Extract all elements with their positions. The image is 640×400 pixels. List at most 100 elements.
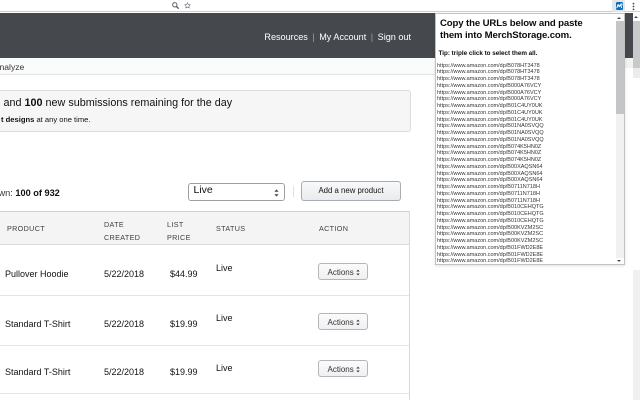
url-line: https://www.amazon.com/dp/B00KVZM2SC (437, 238, 544, 244)
merchstorage-extension-icon[interactable] (615, 2, 623, 10)
cell-date: 5/22/2018 (104, 318, 145, 329)
popup-scroll-down-button[interactable] (616, 257, 624, 264)
url-line: https://www.amazon.com/dp/B01C4UY0UK (437, 103, 543, 109)
browser-toolbar (0, 0, 640, 12)
url-line: https://www.amazon.com/dp/B010CEHQTG (437, 204, 544, 211)
nav-sign-out-link[interactable]: Sign out (378, 32, 411, 42)
cell-date: 5/22/2018 (104, 268, 145, 279)
url-line: https://www.amazon.com/dp/B074K5HN0Z (437, 157, 542, 163)
screen: Resources | My Account | Sign out nalyze and… (0, 0, 640, 400)
add-new-product-button[interactable]: Add a new product (301, 181, 401, 201)
scroll-up-arrow-icon (634, 15, 638, 18)
bookmark-star-icon[interactable] (183, 1, 191, 9)
url-line: https://www.amazon.com/dp/B078HT3478 (437, 76, 540, 82)
popup-scrollbar[interactable] (616, 14, 624, 264)
actions-button-label: Actions (327, 317, 354, 327)
table-row: Pullover Hoodie 5/22/2018 $44.99 Live Ac… (0, 245, 409, 296)
popup-title: Copy the URLs below and paste them into … (440, 17, 583, 41)
cell-product: Pullover Hoodie (5, 268, 69, 279)
extension-popup: Copy the URLs below and paste them into … (435, 13, 625, 265)
url-line: https://www.amazon.com/dp/B01NA0SVQQ (437, 130, 544, 136)
popup-tip: Tip: triple click to select them all. (438, 50, 538, 57)
window-scrollbar-track-light (633, 68, 640, 78)
actions-arrows-icon (356, 319, 360, 325)
scroll-down-arrow-icon (617, 259, 622, 262)
page-tabstrip: nalyze (0, 57, 435, 75)
status-filter-select[interactable]: Live (188, 183, 285, 201)
url-line: https://www.amazon.com/dp/B01C4UY0UK (437, 116, 543, 123)
tab-analyze[interactable]: nalyze (0, 62, 24, 72)
cell-price: $44.99 (170, 268, 198, 279)
browser-kebab-menu-icon[interactable] (631, 2, 636, 11)
url-line: https://www.amazon.com/dp/B00XAQSN64 (437, 163, 543, 170)
status-filter-value: Live (193, 183, 213, 196)
url-line: https://www.amazon.com/dp/B01NA0SVQQ (437, 136, 544, 143)
actions-button-label: Actions (327, 364, 354, 374)
cell-date: 5/22/2018 (104, 366, 145, 377)
col-date-created: DATE CREATED (104, 220, 141, 242)
table-row: Standard T-Shirt 5/22/2018 $19.99 Live A… (0, 296, 409, 346)
cell-status: Live (216, 362, 233, 373)
nav-resources-link[interactable]: Resources (264, 32, 307, 42)
url-line: https://www.amazon.com/dp/B0711N718H (437, 190, 540, 197)
cell-product: Standard T-Shirt (5, 318, 71, 329)
col-action: ACTION (319, 224, 349, 233)
banner-line1: and 100 new submissions remaining for th… (3, 96, 233, 109)
url-line: https://www.amazon.com/dp/B010CEHQTG (437, 211, 544, 217)
url-line: https://www.amazon.com/dp/B01FWD2E8E (437, 251, 544, 258)
url-line: https://www.amazon.com/dp/B01FWD2E8E (437, 258, 544, 263)
url-line: https://www.amazon.com/dp/B01FWD2E8E (437, 244, 544, 251)
window-scrollbar-up-button[interactable] (633, 13, 640, 21)
actions-button[interactable]: Actions (318, 262, 368, 280)
url-line: https://www.amazon.com/dp/B00XAQSN64 (437, 177, 543, 184)
url-line: https://www.amazon.com/dp/B00KVZM2SC (437, 224, 544, 231)
tabstrip-gap-patch (624, 57, 633, 68)
banner-line2: t designs at any one time. (1, 114, 91, 124)
url-line: https://www.amazon.com/dp/B00XAQSN64 (437, 170, 543, 177)
cell-product: Standard T-Shirt (5, 366, 71, 377)
url-line: https://www.amazon.com/dp/B078HT3478 (437, 69, 540, 76)
col-product: PRODUCT (7, 224, 45, 233)
products-shown-count: wn: 100 of 932 (0, 187, 60, 198)
url-list[interactable]: https://www.amazon.com/dp/B078HT3478 http… (437, 63, 617, 264)
actions-button[interactable]: Actions (318, 312, 368, 330)
actions-arrows-icon (356, 366, 360, 372)
col-list-price: LIST PRICE (167, 220, 191, 242)
url-line: https://www.amazon.com/dp/B00KVZM2SC (437, 231, 544, 238)
nav-my-account-link[interactable]: My Account (319, 32, 366, 42)
url-line: https://www.amazon.com/dp/B078HT3478 (437, 62, 540, 69)
actions-button[interactable]: Actions (318, 359, 368, 377)
popup-scroll-thumb[interactable] (616, 20, 624, 114)
nav-separator: | (312, 31, 315, 42)
cell-status: Live (216, 312, 233, 323)
url-line: https://www.amazon.com/dp/B0711N718H (437, 197, 540, 204)
table-header: PRODUCT DATE CREATED LIST PRICE STATUS ACT… (0, 212, 409, 245)
url-line: https://www.amazon.com/dp/B000A76VCY (437, 96, 542, 103)
url-line: https://www.amazon.com/dp/B074K5HN0Z (437, 143, 542, 150)
select-arrows-icon (273, 189, 279, 197)
nav-separator: | (370, 31, 374, 42)
controls-divider (292, 186, 294, 197)
url-line: https://www.amazon.com/dp/B01C4UY0UK (437, 109, 543, 116)
url-line: https://www.amazon.com/dp/B010CEHQTG (437, 217, 544, 224)
popup-scroll-track[interactable] (616, 113, 624, 258)
col-status: STATUS (216, 224, 246, 233)
url-line: https://www.amazon.com/dp/B000A76VCY (437, 89, 542, 96)
url-line: https://www.amazon.com/dp/B01NA0SVQQ (437, 123, 544, 130)
navbar-links: Resources | My Account | Sign out (264, 32, 411, 42)
url-line: https://www.amazon.com/dp/B0711N718H (437, 184, 540, 190)
submissions-banner: and 100 new submissions remaining for th… (0, 90, 411, 132)
table-row: Standard T-Shirt 5/22/2018 $19.99 Live A… (0, 346, 409, 394)
products-table: PRODUCT DATE CREATED LIST PRICE STATUS ACT… (0, 211, 410, 400)
window-scrollbar-track[interactable] (633, 20, 640, 68)
cell-status: Live (216, 263, 233, 273)
cell-price: $19.99 (170, 366, 198, 377)
zoom-magnifier-icon[interactable] (172, 1, 179, 9)
url-line: https://www.amazon.com/dp/B000A76VCY (437, 82, 542, 89)
cell-price: $19.99 (170, 318, 198, 329)
bottom-right-scroll-strip (632, 269, 640, 400)
actions-arrows-icon (356, 269, 360, 275)
actions-button-label: Actions (327, 267, 354, 277)
url-line: https://www.amazon.com/dp/B074K5HN0Z (437, 150, 542, 157)
scroll-up-arrow-icon (617, 16, 622, 19)
